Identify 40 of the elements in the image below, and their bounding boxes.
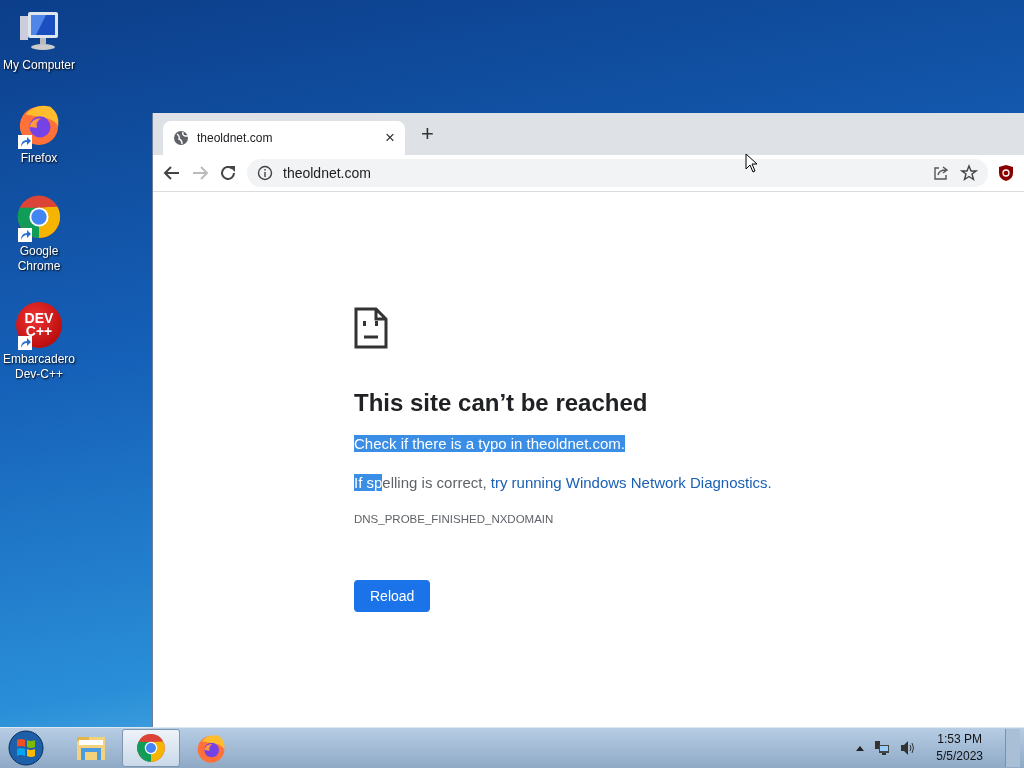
show-hidden-icons-icon[interactable] <box>856 745 865 751</box>
speaker-icon[interactable] <box>900 740 917 756</box>
mouse-cursor-icon <box>745 153 758 173</box>
tab-title: theoldnet.com <box>197 131 274 145</box>
clock-date[interactable]: 5/5/2023 <box>936 748 983 765</box>
info-icon <box>257 165 273 181</box>
network-icon[interactable] <box>874 740 891 756</box>
error-title: This site can’t be reached <box>354 389 649 417</box>
reload-icon[interactable] <box>219 164 237 182</box>
globe-icon <box>173 130 189 146</box>
error-message: If spelling is correct, try running Windows Network Diagnostics. <box>354 474 773 491</box>
address-text: theoldnet.com <box>283 165 372 181</box>
diagnostics-link[interactable]: try running Windows Network Diagnostics. <box>490 474 772 491</box>
tab-close-button[interactable]: × <box>385 128 395 148</box>
chrome-logo-icon <box>16 194 62 240</box>
back-icon[interactable] <box>163 164 181 182</box>
chrome-logo-icon <box>136 733 166 763</box>
new-tab-button[interactable]: + <box>413 121 442 147</box>
desktop-icon-label[interactable]: My Computer <box>3 58 75 73</box>
error-code: DNS_PROBE_FINISHED_NXDOMAIN <box>354 513 555 525</box>
browser-tab[interactable]: theoldnet.com × <box>163 121 405 155</box>
clock-time[interactable]: 1:53 PM <box>937 731 982 748</box>
desktop-icon-label[interactable]: Firefox <box>20 151 58 166</box>
firefox-logo-icon <box>195 732 227 764</box>
star-icon[interactable] <box>960 164 978 182</box>
shield-extension-icon[interactable] <box>998 164 1014 182</box>
error-message: Check if there is a typo in theoldnet.com. <box>354 435 626 452</box>
sad-page-icon <box>354 307 388 349</box>
desktop-icon-label[interactable]: Google Chrome <box>0 244 78 274</box>
shortcut-arrow-icon <box>18 135 32 149</box>
desktop-icon-label[interactable]: Embarcadero Dev-C++ <box>0 352 78 382</box>
dev-cpp-logo: DEV C++ <box>16 302 62 348</box>
shortcut-arrow-icon <box>18 228 32 242</box>
start-button[interactable] <box>6 729 46 767</box>
shortcut-arrow-icon <box>18 336 32 350</box>
folder-icon <box>75 734 107 762</box>
address-bar[interactable]: theoldnet.com <box>247 159 988 187</box>
share-icon[interactable] <box>932 164 950 182</box>
taskbar-button[interactable] <box>122 729 180 767</box>
reload-button[interactable]: Reload <box>354 580 431 612</box>
